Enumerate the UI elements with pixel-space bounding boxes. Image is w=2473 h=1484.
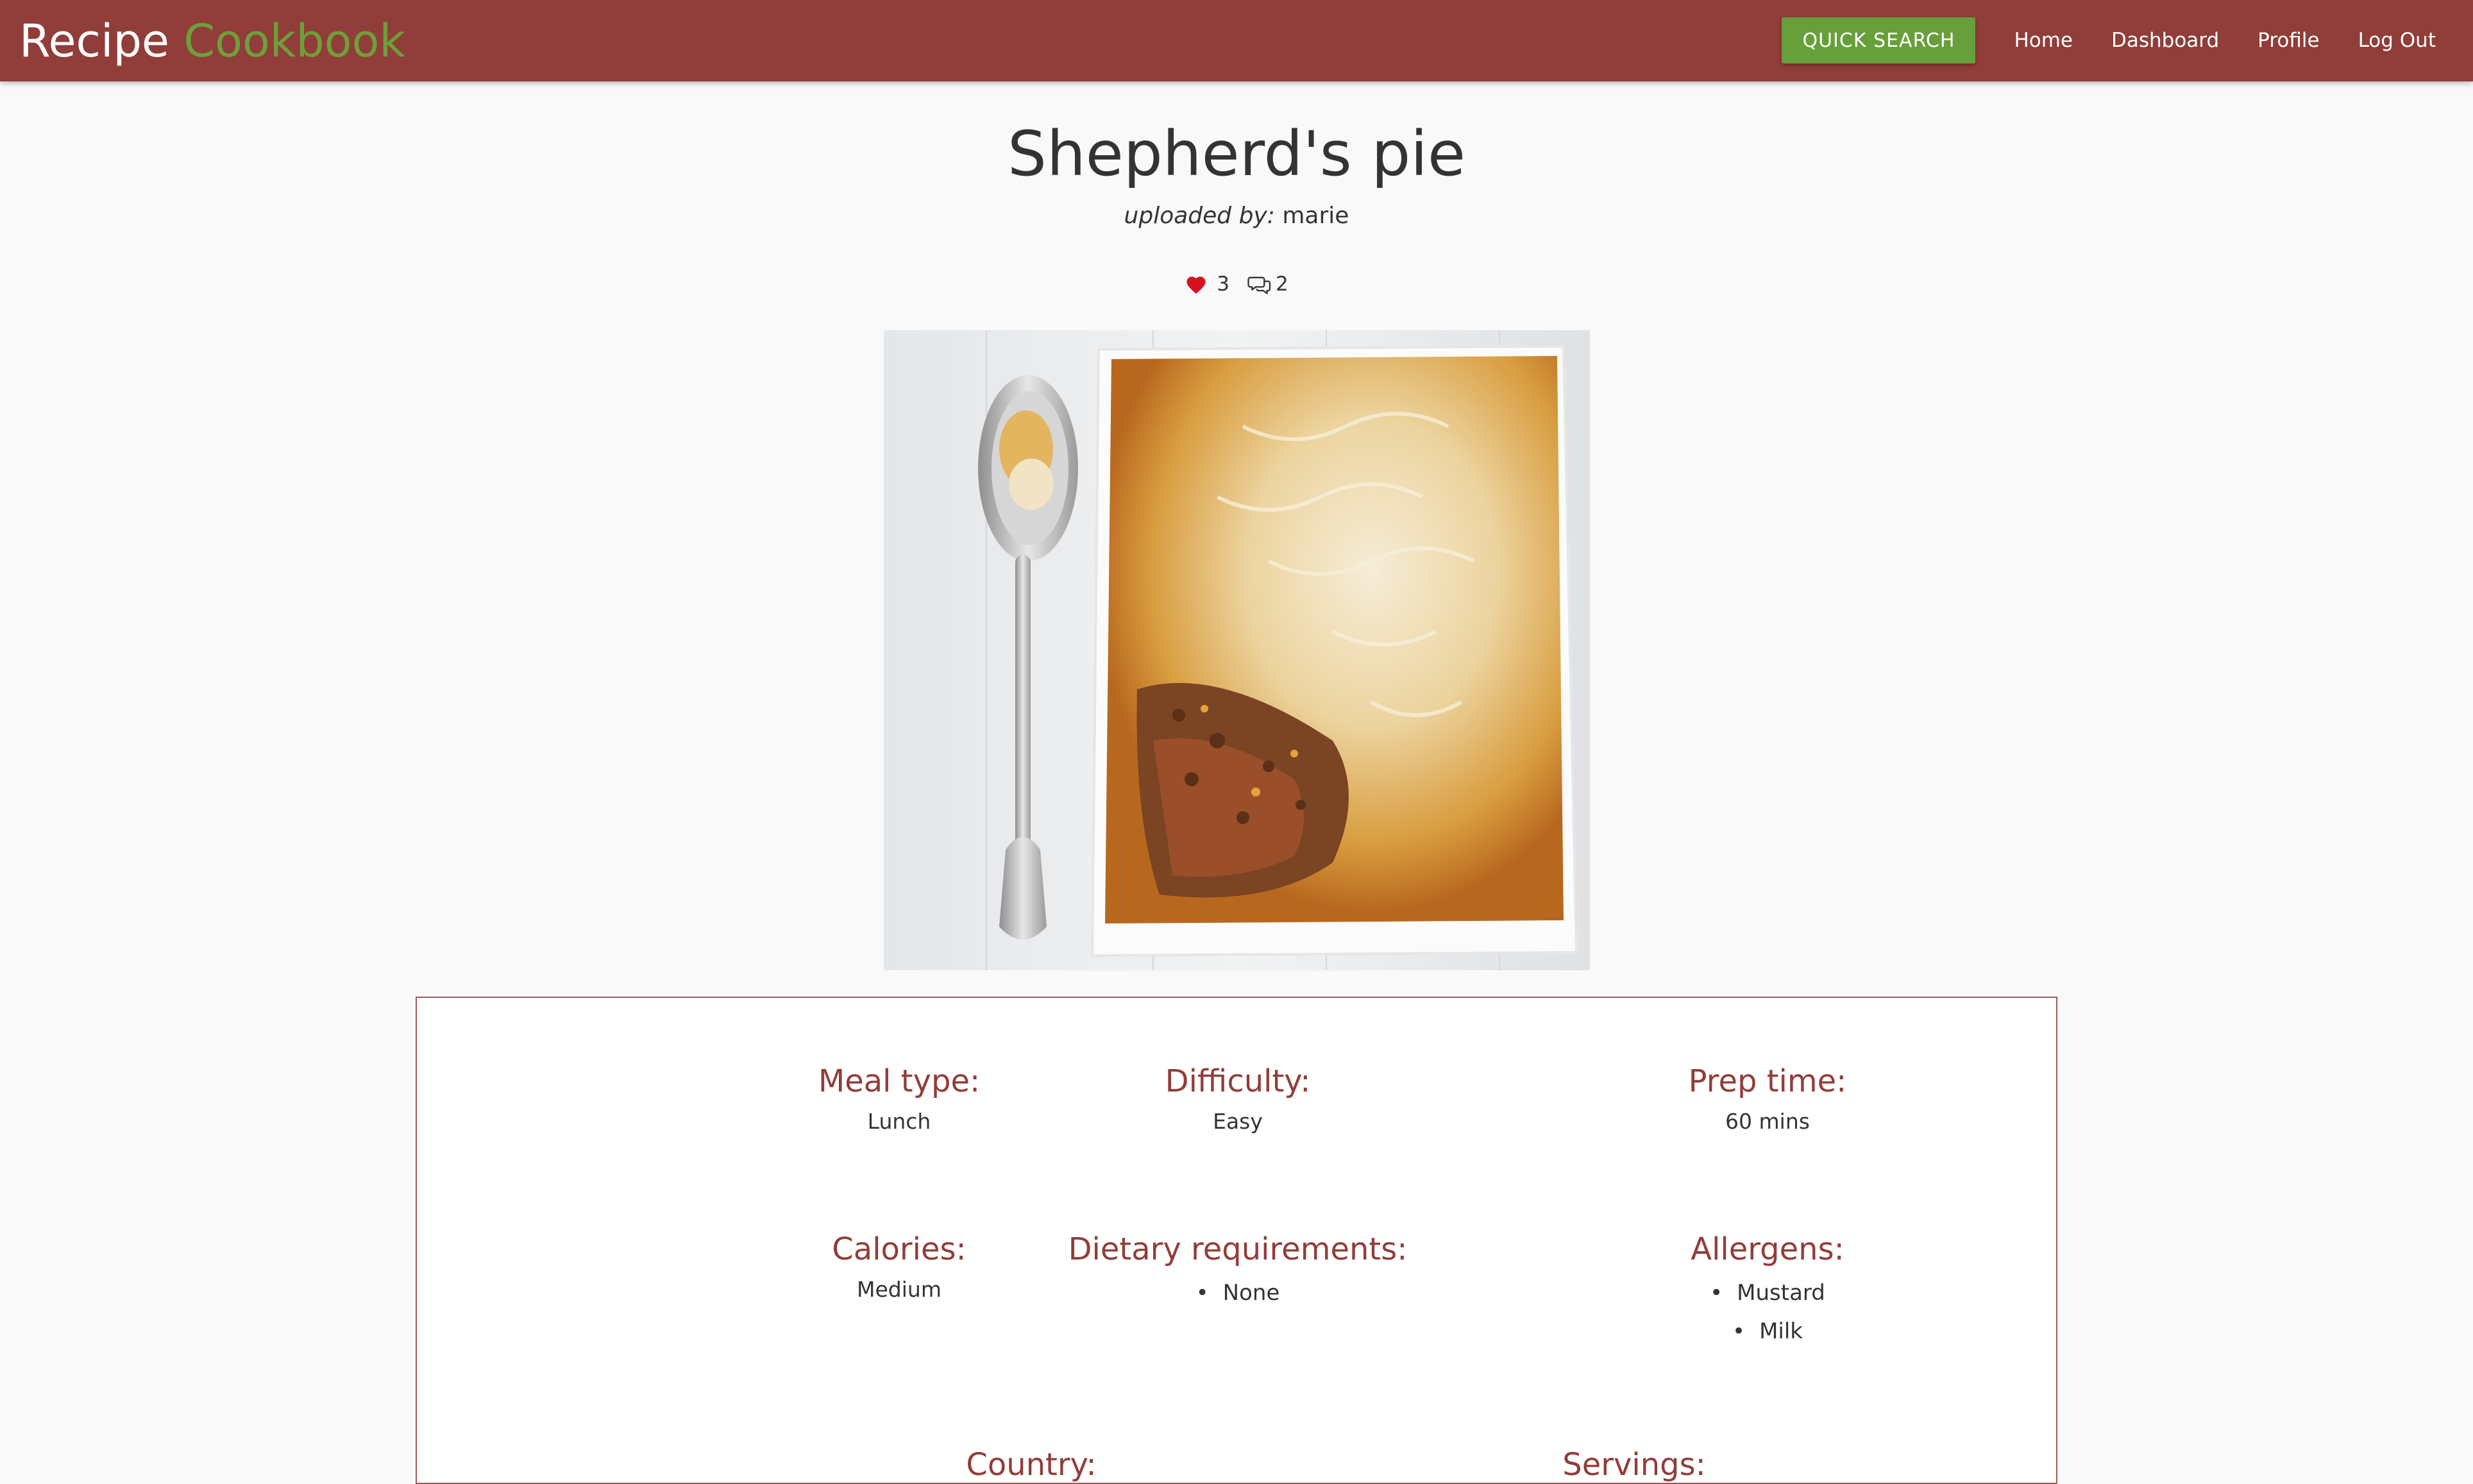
recipe-details-panel: Meal type: Lunch Difficulty: Easy Prep t… [416,997,2057,1484]
brand-logo[interactable]: Recipe Cookbook [19,14,405,68]
dietary-list: None [1013,1274,1462,1312]
nav-links: QUICK SEARCH Home Dashboard Profile Log … [1782,17,2455,63]
uploader-line: uploaded by: marie [0,200,2473,232]
like-group[interactable]: 3 [1185,273,1229,296]
quick-search-button[interactable]: QUICK SEARCH [1782,17,1976,63]
nav-link-home[interactable]: Home [1995,29,2092,52]
heart-icon[interactable] [1185,274,1208,294]
difficulty-section: Difficulty: Easy [1013,1062,1462,1138]
recipe-stats: 3 2 [0,268,2473,300]
dietary-item: None [1013,1274,1462,1312]
recipe-photo [884,330,1590,970]
nav-link-logout[interactable]: Log Out [2339,29,2455,52]
nav-link-dashboard[interactable]: Dashboard [2092,29,2238,52]
top-navbar: Recipe Cookbook QUICK SEARCH Home Dashbo… [0,0,2473,81]
uploaded-by-label: uploaded by: [1124,203,1275,229]
dietary-label: Dietary requirements: [1068,1231,1408,1267]
prep-time-value: 60 mins [1725,1109,1810,1134]
brand-text-cookbook: Cookbook [183,15,405,67]
prep-time-label: Prep time: [1688,1063,1847,1099]
allergens-section: Allergens: Mustard Milk [1543,1230,1992,1351]
like-count: 3 [1217,273,1229,296]
country-label: Country: [966,1447,1097,1483]
comment-group[interactable]: 2 [1247,273,1288,296]
allergen-item: Milk [1543,1312,1992,1351]
country-section: Country: [807,1446,1256,1484]
servings-label: Servings: [1562,1447,1706,1483]
servings-section: Servings: [1410,1446,1859,1484]
difficulty-label: Difficulty: [1165,1063,1311,1099]
allergen-item: Mustard [1543,1274,1992,1312]
nav-link-profile[interactable]: Profile [2238,29,2338,52]
dietary-section: Dietary requirements: None [1013,1230,1462,1312]
prep-time-section: Prep time: 60 mins [1543,1062,1992,1138]
comment-count: 2 [1276,273,1288,296]
recipe-title: Shepherd's pie [1008,118,1465,190]
uploader-name[interactable]: marie [1282,203,1349,229]
comments-icon[interactable] [1247,274,1272,294]
allergens-list: Mustard Milk [1543,1274,1992,1351]
difficulty-value: Easy [1213,1109,1263,1134]
allergens-label: Allergens: [1691,1231,1844,1267]
brand-text-recipe: Recipe [19,15,169,67]
